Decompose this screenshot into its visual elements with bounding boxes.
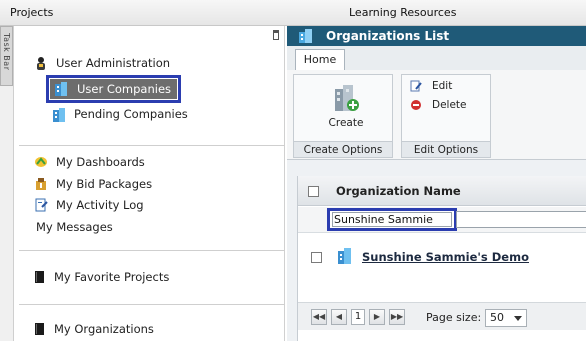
nav-my-bid-packages[interactable]: My Bid Packages <box>34 177 152 191</box>
filter-row <box>298 207 586 233</box>
create-options-label: Create Options <box>294 141 392 157</box>
table-row[interactable]: Sunshine Sammie's Demo <box>298 234 586 278</box>
grid-header: Organization Name <box>298 176 586 206</box>
edit-options-label: Edit Options <box>402 141 490 157</box>
book-icon <box>34 322 46 336</box>
building-icon <box>52 107 66 122</box>
nav-my-activity-log[interactable]: My Activity Log <box>34 198 144 212</box>
nav-pending-companies[interactable]: Pending Companies <box>52 107 188 122</box>
page-size-label: Page size: <box>426 311 482 324</box>
user-admin-icon <box>34 56 48 70</box>
nav-my-activity-log-label: My Activity Log <box>56 198 144 212</box>
organization-icon <box>337 247 353 268</box>
menu-learning-resources[interactable]: Learning Resources <box>349 6 456 19</box>
prev-page-button[interactable]: ◀ <box>331 309 347 325</box>
task-bar-strip: Task Bar <box>0 26 14 341</box>
nav-user-companies-label: User Companies <box>77 82 172 96</box>
chevron-down-icon <box>514 316 522 321</box>
organization-name-link[interactable]: Sunshine Sammie's Demo <box>362 250 529 264</box>
activity-log-icon <box>34 198 48 212</box>
edit-button[interactable]: Edit <box>410 80 452 92</box>
nav-my-organizations[interactable]: My Organizations <box>34 322 154 336</box>
delete-icon <box>410 99 422 111</box>
nav-divider <box>19 250 285 251</box>
edit-icon <box>410 80 422 92</box>
nav-divider <box>19 304 285 305</box>
create-building-icon <box>333 83 359 116</box>
nav-my-messages-label: My Messages <box>36 220 113 234</box>
first-page-button[interactable]: ◀◀ <box>311 309 327 325</box>
delete-button[interactable]: Delete <box>410 99 467 111</box>
nav-divider <box>19 145 285 146</box>
delete-button-label: Delete <box>432 99 467 111</box>
create-button-label: Create <box>328 117 364 129</box>
organization-name-filter-input[interactable] <box>332 212 452 227</box>
nav-my-favorite-projects[interactable]: My Favorite Projects <box>34 270 169 284</box>
page-title: Organizations List <box>326 29 450 43</box>
nav-user-administration-label: User Administration <box>56 56 171 70</box>
top-menu-bar: Projects Learning Resources <box>0 0 586 26</box>
nav-my-favorite-projects-label: My Favorite Projects <box>54 270 170 284</box>
organizations-panel: Organizations List Home Create Create Op… <box>287 26 586 341</box>
filter-input-extension <box>456 211 586 228</box>
create-options-group: Create Create Options <box>293 74 393 158</box>
page-size-select[interactable]: 50 <box>485 309 527 327</box>
column-organization-name[interactable]: Organization Name <box>336 184 461 198</box>
edit-button-label: Edit <box>432 80 453 92</box>
ribbon-tabs: Home <box>287 46 586 70</box>
organization-icon <box>298 28 314 47</box>
nav-my-organizations-label: My Organizations <box>54 322 154 336</box>
last-page-button[interactable]: ▶▶ <box>389 309 405 325</box>
select-all-checkbox[interactable] <box>308 186 319 197</box>
ribbon: Create Create Options Edit Delete Edit O… <box>287 70 586 160</box>
nav-pending-companies-label: Pending Companies <box>74 107 188 121</box>
next-page-button[interactable]: ▶ <box>369 309 385 325</box>
nav-my-bid-packages-label: My Bid Packages <box>56 177 153 191</box>
task-bar-tab[interactable]: Task Bar <box>0 26 13 86</box>
menu-projects[interactable]: Projects <box>10 6 53 19</box>
pager: ◀◀ ◀ 1 ▶ ▶▶ Page size: 50 <box>298 302 586 330</box>
nav-user-administration[interactable]: User Administration <box>34 56 170 70</box>
create-button[interactable]: Create <box>316 81 376 131</box>
nav-my-messages[interactable]: My Messages <box>36 220 113 234</box>
task-bar-label: Task Bar <box>2 33 11 71</box>
page-size-value: 50 <box>490 311 504 324</box>
organizations-grid: Organization Name Sunshine Sammie's Demo… <box>297 176 586 341</box>
current-page[interactable]: 1 <box>351 309 365 325</box>
pin-icon[interactable] <box>273 30 279 40</box>
edit-options-group: Edit Delete Edit Options <box>401 74 491 158</box>
package-icon <box>34 177 48 191</box>
dashboard-icon <box>34 155 48 169</box>
filter-highlight <box>327 208 457 231</box>
nav-my-dashboards[interactable]: My Dashboards <box>34 155 145 169</box>
row-checkbox[interactable] <box>311 252 322 263</box>
nav-my-dashboards-label: My Dashboards <box>56 155 145 169</box>
panel-header: Organizations List <box>287 26 586 46</box>
building-icon <box>54 81 68 97</box>
book-icon <box>34 270 46 284</box>
tab-home[interactable]: Home <box>295 49 345 70</box>
